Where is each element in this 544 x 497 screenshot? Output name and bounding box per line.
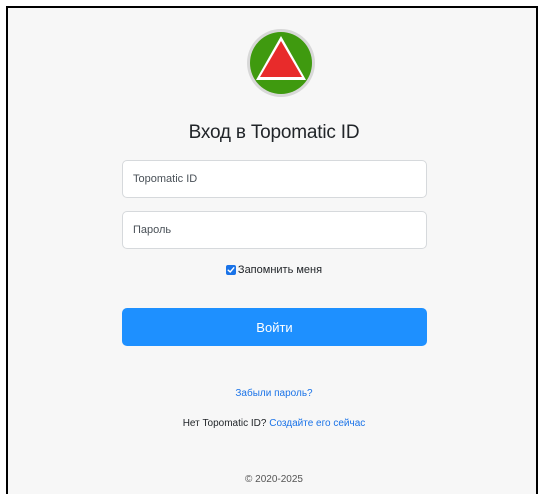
- copyright-text: © 2020-2025: [245, 474, 303, 485]
- login-button[interactable]: Войти: [122, 308, 427, 346]
- check-icon: [227, 267, 235, 273]
- login-panel: Вход в Topomatic ID Запомнить меня Войти…: [6, 6, 538, 494]
- forgot-password-link[interactable]: Забыли пароль?: [8, 388, 540, 399]
- password-input[interactable]: [122, 211, 427, 249]
- signup-prompt: Нет Topomatic ID? Создайте его сейчас: [8, 418, 540, 429]
- remember-me-label: Запомнить меня: [237, 264, 323, 276]
- no-account-text: Нет Topomatic ID?: [182, 418, 267, 429]
- topomatic-logo-icon: [246, 28, 316, 98]
- remember-me-row[interactable]: Запомнить меня: [8, 264, 540, 276]
- create-account-link[interactable]: Создайте его сейчас: [269, 418, 365, 429]
- remember-me-checkbox[interactable]: [225, 265, 236, 275]
- topomatic-id-input[interactable]: [122, 160, 427, 198]
- page-title: Вход в Topomatic ID: [188, 122, 360, 143]
